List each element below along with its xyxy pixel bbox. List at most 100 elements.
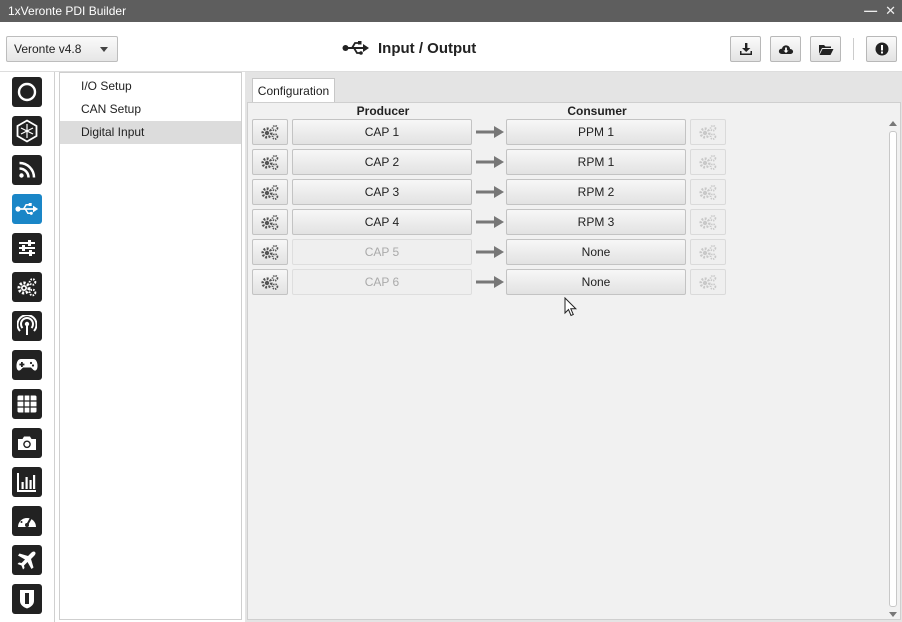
gears-icon (699, 214, 717, 230)
sidebar-item-sliders[interactable] (12, 233, 42, 263)
window-title: 1xVeronte PDI Builder (8, 4, 127, 18)
producer-settings-button[interactable] (252, 149, 288, 175)
consumer-slot[interactable]: None (506, 239, 686, 265)
sidebar-item-camera[interactable] (12, 428, 42, 458)
version-select[interactable]: Veronte v4.8 (6, 36, 118, 62)
arrow-right-icon (476, 216, 504, 228)
nav-item-can-setup[interactable]: CAN Setup (60, 98, 241, 121)
consumer-settings-button[interactable] (690, 179, 726, 205)
sidebar-item-broadcast[interactable] (12, 311, 42, 341)
window-titlebar: 1xVeronte PDI Builder — ✕ (0, 0, 902, 22)
producer-slot[interactable]: CAP 6 (292, 269, 472, 295)
consumer-settings-button[interactable] (690, 149, 726, 175)
producer-settings-button[interactable] (252, 269, 288, 295)
gears-icon (261, 214, 279, 230)
toolbar: Veronte v4.8 Input / Output (0, 22, 902, 72)
gears-icon (699, 184, 717, 200)
sidebar-item-grid[interactable] (12, 389, 42, 419)
scroll-up-icon[interactable] (889, 121, 897, 126)
gears-icon (17, 278, 37, 297)
exclamation-icon (875, 42, 888, 56)
minimize-icon[interactable]: — (864, 0, 877, 22)
mapping-row: CAP 2 RPM 1 (252, 149, 732, 175)
page-heading: Input / Output (342, 35, 476, 61)
gauge-icon (18, 515, 36, 527)
sidebar-item-gamepad[interactable] (12, 350, 42, 380)
mapping-row: CAP 1 PPM 1 (252, 119, 732, 145)
chevron-down-icon (100, 47, 108, 52)
vertical-scrollbar[interactable] (887, 119, 899, 619)
producer-slot[interactable]: CAP 2 (292, 149, 472, 175)
gamepad-icon (16, 359, 38, 371)
info-button[interactable] (866, 36, 897, 62)
producer-settings-button[interactable] (252, 119, 288, 145)
open-folder-button[interactable] (810, 36, 841, 62)
usb-icon (15, 203, 39, 215)
module-sidebar (0, 72, 55, 622)
mapping-row: CAP 4 RPM 3 (252, 209, 732, 235)
sidebar-item-bar-chart[interactable] (12, 467, 42, 497)
consumer-slot[interactable]: RPM 1 (506, 149, 686, 175)
mapping-row: CAP 6 None (252, 269, 732, 295)
cloud-download-icon (778, 45, 793, 54)
consumer-slot[interactable]: PPM 1 (506, 119, 686, 145)
sidebar-item-ring[interactable] (12, 77, 42, 107)
sidebar-item-shield[interactable] (12, 584, 42, 614)
producer-slot[interactable]: CAP 4 (292, 209, 472, 235)
arrow-right-icon (476, 276, 504, 288)
consumer-slot[interactable]: RPM 2 (506, 179, 686, 205)
producer-slot[interactable]: CAP 5 (292, 239, 472, 265)
close-icon[interactable]: ✕ (885, 0, 896, 22)
consumer-settings-button[interactable] (690, 209, 726, 235)
ring-icon (17, 82, 37, 102)
gears-icon (261, 124, 279, 140)
scroll-track[interactable] (889, 131, 897, 607)
arrow-right-icon (476, 246, 504, 258)
scroll-down-icon[interactable] (889, 612, 897, 617)
consumer-header: Consumer (567, 104, 627, 118)
producer-slot[interactable]: CAP 3 (292, 179, 472, 205)
gears-icon (699, 124, 717, 140)
nav-item-digital-input[interactable]: Digital Input (60, 121, 241, 144)
sidebar-item-airplane[interactable] (12, 545, 42, 575)
gears-icon (261, 244, 279, 260)
bar-chart-icon (17, 473, 36, 492)
producer-header: Producer (356, 104, 410, 118)
gears-icon (261, 154, 279, 170)
consumer-settings-button[interactable] (690, 239, 726, 265)
tab-configuration[interactable]: Configuration (252, 78, 335, 103)
sidebar-item-hexagon[interactable] (12, 116, 42, 146)
section-nav: I/O Setup CAN Setup Digital Input (59, 72, 242, 620)
rss-icon (19, 161, 36, 178)
consumer-settings-button[interactable] (690, 119, 726, 145)
gears-icon (699, 154, 717, 170)
producer-settings-button[interactable] (252, 239, 288, 265)
gears-icon (699, 244, 717, 260)
cloud-download-button[interactable] (770, 36, 801, 62)
usb-icon (342, 41, 369, 55)
hexagon-icon (16, 119, 38, 143)
producer-settings-button[interactable] (252, 209, 288, 235)
sidebar-item-gauge[interactable] (12, 506, 42, 536)
consumer-slot[interactable]: RPM 3 (506, 209, 686, 235)
camera-icon (18, 436, 36, 450)
sliders-icon (19, 240, 35, 256)
consumer-slot[interactable]: None (506, 269, 686, 295)
producer-settings-button[interactable] (252, 179, 288, 205)
main-content: Configuration Producer Consumer CAP 1 PPM… (245, 72, 902, 622)
download-button[interactable] (730, 36, 761, 62)
nav-item-io-setup[interactable]: I/O Setup (60, 75, 241, 98)
configuration-pane: Producer Consumer CAP 1 PPM 1 CAP 2 RPM 1 CA… (247, 102, 901, 620)
sidebar-item-input-output[interactable] (12, 194, 42, 224)
page-title: Input / Output (378, 39, 477, 57)
sidebar-item-gears[interactable] (12, 272, 42, 302)
producer-slot[interactable]: CAP 1 (292, 119, 472, 145)
gears-icon (261, 274, 279, 290)
folder-open-icon (818, 44, 833, 55)
consumer-settings-button[interactable] (690, 269, 726, 295)
gears-icon (261, 184, 279, 200)
version-select-value: Veronte v4.8 (14, 42, 82, 56)
broadcast-icon (17, 315, 37, 335)
download-tray-icon (739, 43, 752, 55)
sidebar-item-rss[interactable] (12, 155, 42, 185)
